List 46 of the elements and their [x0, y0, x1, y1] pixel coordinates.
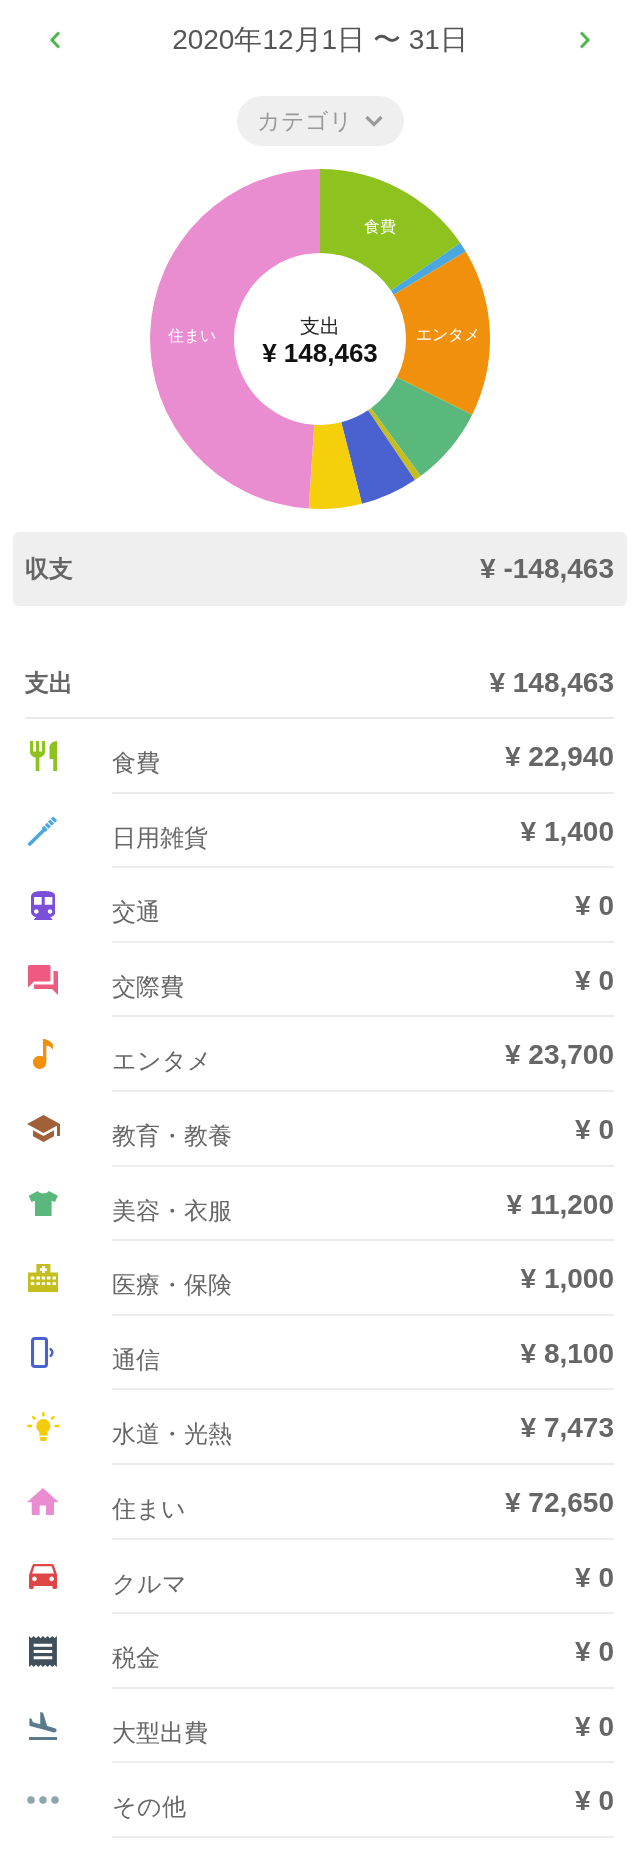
- category-name: 税金: [112, 1643, 160, 1674]
- category-amount: ¥ 11,200: [506, 1188, 614, 1221]
- category-amount: ¥ 8,100: [520, 1337, 614, 1370]
- category-name: 交際費: [112, 971, 184, 1002]
- category-name: 日用雑貨: [112, 822, 208, 853]
- category-name: 大型出費: [112, 1717, 208, 1748]
- category-dropdown[interactable]: カテゴリ: [236, 96, 404, 146]
- balance-label: 収支: [25, 554, 73, 584]
- slice-label: 食費: [363, 217, 396, 235]
- chevron-left-icon: [49, 31, 61, 49]
- category-name: 教育・教養: [112, 1120, 232, 1151]
- chevron-down-icon: [364, 115, 383, 127]
- next-period-button[interactable]: [579, 31, 591, 49]
- category-amount: ¥ 23,700: [505, 1039, 614, 1072]
- period-title: 2020年12月1日 〜 31日: [172, 23, 468, 57]
- category-amount: ¥ 7,473: [520, 1412, 614, 1445]
- category-amount: ¥ 72,650: [505, 1486, 614, 1519]
- category-name: 交通: [112, 897, 160, 928]
- slice-label: 住まい: [168, 326, 217, 344]
- donut-center-amount: ¥ 148,463: [262, 338, 378, 368]
- slice-label: エンタメ: [415, 325, 480, 343]
- category-amount: ¥ 0: [575, 890, 614, 923]
- category-amount: ¥ 0: [575, 1785, 614, 1818]
- category-amount: ¥ 0: [575, 1113, 614, 1146]
- category-amount: ¥ 0: [575, 1710, 614, 1743]
- section-title: 支出: [25, 667, 73, 698]
- balance-amount: ¥ -148,463: [480, 553, 614, 585]
- category-amount: ¥ 0: [575, 1561, 614, 1594]
- category-name: 住まい: [112, 1493, 186, 1524]
- section-total: ¥ 148,463: [489, 666, 614, 699]
- category-name: その他: [112, 1792, 186, 1823]
- category-name: 食費: [112, 748, 160, 778]
- category-name: 水道・光熱: [112, 1419, 232, 1450]
- category-amount: ¥ 22,940: [505, 741, 614, 773]
- previous-period-button[interactable]: [49, 31, 61, 49]
- chevron-right-icon: [579, 31, 591, 49]
- category-amount: ¥ 1,000: [520, 1263, 614, 1296]
- category-name: 医療・保険: [112, 1270, 232, 1301]
- category-amount: ¥ 1,400: [520, 815, 614, 848]
- category-name: 通信: [112, 1344, 160, 1375]
- donut-center-label: 支出: [300, 315, 340, 337]
- category-amount: ¥ 0: [575, 964, 614, 997]
- category-name: エンタメ: [112, 1046, 212, 1077]
- category-name: 美容・衣服: [112, 1195, 232, 1226]
- category-name: クルマ: [112, 1568, 187, 1599]
- category-amount: ¥ 0: [575, 1636, 614, 1669]
